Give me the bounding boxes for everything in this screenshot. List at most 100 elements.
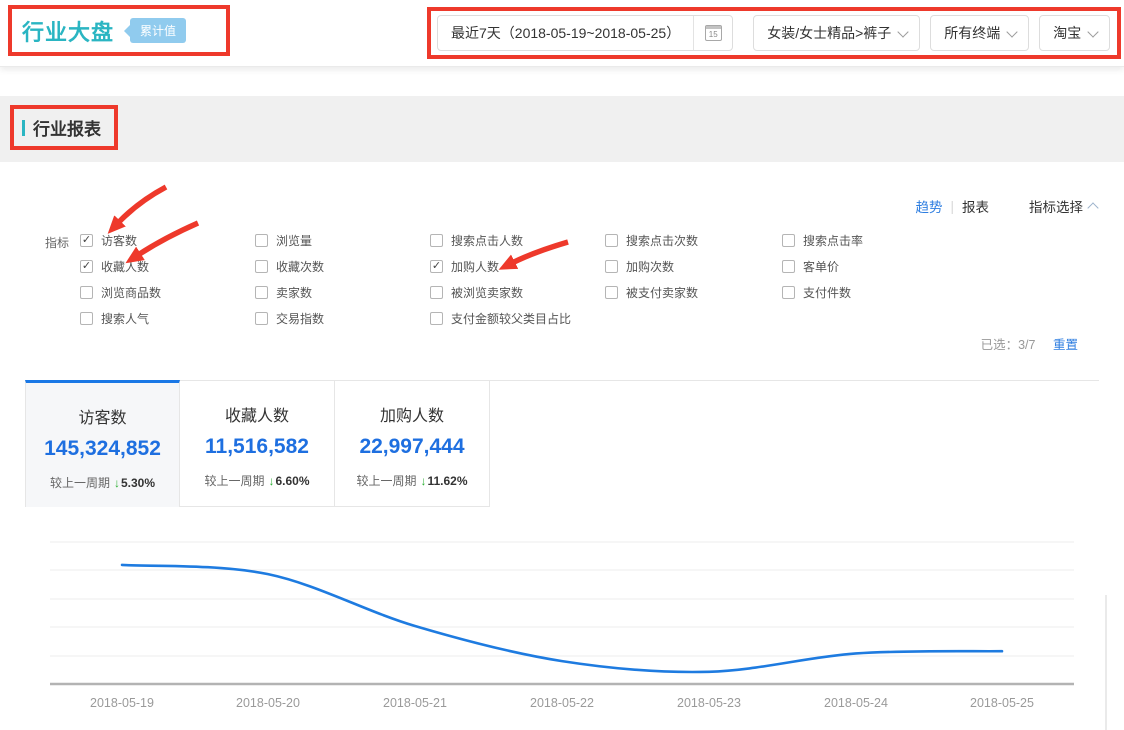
metric-checkbox-label: 浏览量 xyxy=(276,232,312,249)
checkbox-icon[interactable] xyxy=(80,286,93,299)
x-axis-tick-label: 2018-05-22 xyxy=(530,696,594,710)
metric-checkbox-label: 客单价 xyxy=(803,258,839,275)
chevron-down-icon xyxy=(1088,26,1099,37)
tab-metric-value: 22,997,444 xyxy=(335,435,489,459)
metric-checkbox-row[interactable]: ✓加购人数 xyxy=(430,259,571,273)
metric-checkbox-row[interactable]: 支付金额较父类目占比 xyxy=(430,311,571,325)
metric-checkbox-row[interactable]: 搜索点击次数 xyxy=(605,233,698,247)
terminal-label: 所有终端 xyxy=(931,23,1000,43)
metric-checkbox-row[interactable]: 支付件数 xyxy=(782,285,863,299)
section-tick-bar xyxy=(22,120,25,136)
page: 行业大盘 累计值 最近7天（2018-05-19~2018-05-25） 15 … xyxy=(0,0,1124,730)
summary-tab-inactive[interactable]: 收藏人数11,516,582较上一周期↓6.60% xyxy=(180,381,335,507)
section-band xyxy=(0,96,1124,162)
platform-selector[interactable]: 淘宝 xyxy=(1039,15,1110,51)
checkbox-checked-icon[interactable]: ✓ xyxy=(430,260,443,273)
metric-checkbox-row[interactable]: 加购次数 xyxy=(605,259,698,273)
trend-chart: 2018-05-192018-05-202018-05-212018-05-22… xyxy=(0,515,1124,730)
divider: | xyxy=(950,199,954,214)
metric-checkbox-row[interactable]: 被支付卖家数 xyxy=(605,285,698,299)
chevron-down-icon xyxy=(1007,26,1018,37)
checkbox-checked-icon[interactable]: ✓ xyxy=(80,260,93,273)
date-range-label: 最近7天（2018-05-19~2018-05-25） xyxy=(438,23,693,43)
report-panel: 趋势 | 报表 指标选择 指标 ✓ 访客数 ✓ 收藏人数浏览商品数搜索人气 浏览量收藏次… xyxy=(0,162,1124,730)
annotation-box-title: 行业大盘 累计值 xyxy=(8,5,230,56)
tab-compare-label: 较上一周期 xyxy=(356,474,416,488)
tab-compare-row: 较上一周期↓5.30% xyxy=(26,474,179,491)
checkbox-checked-icon[interactable]: ✓ xyxy=(80,234,93,247)
x-axis-tick-label: 2018-05-25 xyxy=(970,696,1034,710)
annotation-box-filters: 最近7天（2018-05-19~2018-05-25） 15 女装/女士精品>裤… xyxy=(427,7,1121,59)
metric-checkbox-label: 支付件数 xyxy=(803,284,851,301)
checkbox-icon[interactable] xyxy=(430,312,443,325)
category-selector[interactable]: 女装/女士精品>裤子 xyxy=(753,15,920,51)
checkbox-icon[interactable] xyxy=(430,286,443,299)
metric-checkbox-row[interactable]: ✓ 访客数 xyxy=(80,233,161,247)
metric-column: 浏览量收藏次数卖家数交易指数 xyxy=(255,233,324,337)
metric-checkbox-row[interactable]: 交易指数 xyxy=(255,311,324,325)
summary-tab-inactive[interactable]: 加购人数22,997,444较上一周期↓11.62% xyxy=(335,381,490,507)
checkbox-icon[interactable] xyxy=(255,286,268,299)
metric-checkbox-label: 收藏人数 xyxy=(101,258,149,275)
trend-down-icon: ↓ xyxy=(420,474,426,488)
tab-metric-value: 145,324,852 xyxy=(26,437,179,461)
checkbox-icon[interactable] xyxy=(255,260,268,273)
checkbox-icon[interactable] xyxy=(782,286,795,299)
trend-down-icon: ↓ xyxy=(114,476,120,490)
metric-checkbox-label: 收藏次数 xyxy=(276,258,324,275)
chevron-up-icon xyxy=(1087,202,1098,213)
checkbox-icon[interactable] xyxy=(782,260,795,273)
metric-checkbox-label: 被支付卖家数 xyxy=(626,284,698,301)
metric-checkbox-label: 搜索人气 xyxy=(101,310,149,327)
metric-checkbox-row[interactable]: 搜索点击人数 xyxy=(430,233,571,247)
tab-metric-label: 访客数 xyxy=(26,404,179,428)
checkbox-icon[interactable] xyxy=(605,286,618,299)
report-view-link[interactable]: 报表 xyxy=(962,196,989,216)
checkbox-icon[interactable] xyxy=(782,234,795,247)
annotation-box-section: 行业报表 xyxy=(10,105,118,150)
summary-tabs: 访客数145,324,852较上一周期↓5.30%收藏人数11,516,582较… xyxy=(25,380,1099,507)
checkbox-icon[interactable] xyxy=(255,234,268,247)
metric-checkbox-label: 搜索点击率 xyxy=(803,232,863,249)
metric-checkbox-row[interactable]: 客单价 xyxy=(782,259,863,273)
x-axis-tick-label: 2018-05-24 xyxy=(824,696,888,710)
metric-column: 搜索点击次数加购次数被支付卖家数 xyxy=(605,233,698,311)
metric-checkbox-label: 访客数 xyxy=(101,232,137,249)
calendar-icon[interactable]: 15 xyxy=(694,25,732,41)
line-chart: 2018-05-192018-05-202018-05-212018-05-22… xyxy=(0,515,1124,730)
metric-checkbox-label: 卖家数 xyxy=(276,284,312,301)
tab-compare-row: 较上一周期 ↓11.62% xyxy=(335,472,489,489)
metric-checkbox-row[interactable]: 卖家数 xyxy=(255,285,324,299)
terminal-selector[interactable]: 所有终端 xyxy=(930,15,1029,51)
metric-checkbox-row[interactable]: 搜索点击率 xyxy=(782,233,863,247)
checkbox-icon[interactable] xyxy=(430,234,443,247)
selected-summary-row: 已选：3/7 重置 xyxy=(981,334,1078,353)
trend-view-link[interactable]: 趋势 xyxy=(915,196,942,216)
category-label: 女装/女士精品>裤子 xyxy=(754,23,891,43)
section-title: 行业报表 xyxy=(33,115,101,140)
metric-checkbox-row[interactable]: 被浏览卖家数 xyxy=(430,285,571,299)
tab-change-percent: 11.62% xyxy=(427,474,467,488)
summary-tab-active[interactable]: 访客数145,324,852较上一周期↓5.30% xyxy=(25,380,180,507)
checkbox-icon[interactable] xyxy=(80,312,93,325)
metric-checkbox-row[interactable]: ✓ 收藏人数 xyxy=(80,259,161,273)
metric-picker-label: 指标 xyxy=(45,234,69,251)
tab-metric-value: 11,516,582 xyxy=(180,435,334,459)
metric-checkbox-row[interactable]: 浏览商品数 xyxy=(80,285,161,299)
x-axis-tick-label: 2018-05-20 xyxy=(236,696,300,710)
chevron-down-icon xyxy=(898,26,909,37)
tab-compare-row: 较上一周期↓6.60% xyxy=(180,472,334,489)
metric-checkbox-row[interactable]: 浏览量 xyxy=(255,233,324,247)
reset-link[interactable]: 重置 xyxy=(1053,338,1078,352)
checkbox-icon[interactable] xyxy=(605,260,618,273)
metric-select-toggle[interactable]: 指标选择 xyxy=(1029,196,1083,216)
tab-compare-label: 较上一周期 xyxy=(50,476,110,490)
checkbox-icon[interactable] xyxy=(605,234,618,247)
metric-checkbox-row[interactable]: 收藏次数 xyxy=(255,259,324,273)
selected-summary: 已选：3/7 xyxy=(981,338,1036,352)
metric-column: 搜索点击人数 ✓加购人数被浏览卖家数支付金额较父类目占比 xyxy=(430,233,571,337)
metric-checkbox-label: 被浏览卖家数 xyxy=(451,284,523,301)
checkbox-icon[interactable] xyxy=(255,312,268,325)
date-range-selector[interactable]: 最近7天（2018-05-19~2018-05-25） 15 xyxy=(437,15,733,51)
metric-checkbox-row[interactable]: 搜索人气 xyxy=(80,311,161,325)
